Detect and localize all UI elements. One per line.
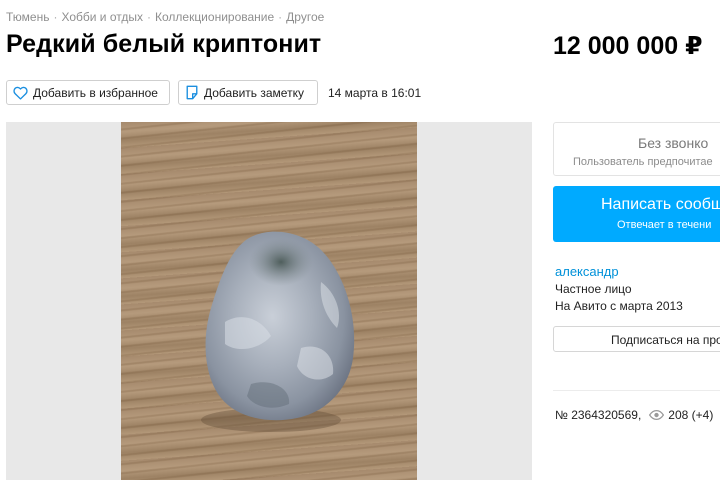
response-time-label: Отвечает в течени [617, 219, 712, 231]
add-note-label: Добавить заметку [204, 85, 304, 100]
breadcrumb-item-collecting[interactable]: Коллекционирование [155, 10, 274, 24]
breadcrumb-separator: · [53, 10, 58, 24]
add-to-favorites-button[interactable]: Добавить в избранное [6, 80, 170, 105]
no-calls-title: Без звонко [638, 135, 709, 151]
breadcrumb-separator: · [278, 10, 283, 24]
breadcrumb-item-city[interactable]: Тюмень [6, 10, 49, 24]
heart-icon [13, 86, 28, 100]
publish-date: 14 марта в 16:01 [328, 85, 422, 100]
write-message-button[interactable]: Написать сообщ Отвечает в течени [553, 186, 720, 242]
divider [553, 390, 720, 391]
views-count: 208 (+4) [668, 408, 714, 422]
add-to-favorites-label: Добавить в избранное [33, 85, 158, 100]
subscribe-label: Подписаться на про [611, 333, 720, 347]
listing-photo[interactable] [121, 122, 417, 480]
price: 12 000 000 ₽ [553, 32, 703, 60]
breadcrumb-item-hobby[interactable]: Хобби и отдых [61, 10, 143, 24]
kryptonite-stone-image [201, 231, 355, 432]
seller-type: Частное лицо [555, 282, 632, 296]
listing-meta: № 2364320569, 208 (+4) [555, 408, 713, 422]
breadcrumb-item-other[interactable]: Другое [286, 10, 324, 24]
listing-number: № 2364320569, [555, 408, 642, 422]
no-calls-notice: Без звонко Пользователь предпочитае [553, 122, 720, 176]
note-icon [185, 85, 199, 100]
eye-icon [649, 410, 665, 420]
page-title: Редкий белый криптонит [6, 30, 322, 58]
subscribe-button[interactable]: Подписаться на про [553, 326, 720, 352]
photo-gallery[interactable] [6, 122, 532, 480]
write-message-label: Написать сообщ [601, 196, 720, 213]
breadcrumb-separator: · [146, 10, 151, 24]
seller-since: На Авито с марта 2013 [555, 299, 683, 313]
add-note-button[interactable]: Добавить заметку [178, 80, 318, 105]
no-calls-subtitle: Пользователь предпочитае [573, 156, 713, 168]
seller-name-link[interactable]: александр [555, 264, 619, 279]
listing-actions: Добавить в избранное Добавить заметку 14… [6, 80, 421, 105]
breadcrumb: Тюмень · Хобби и отдых · Коллекционирование ·… [6, 10, 324, 24]
